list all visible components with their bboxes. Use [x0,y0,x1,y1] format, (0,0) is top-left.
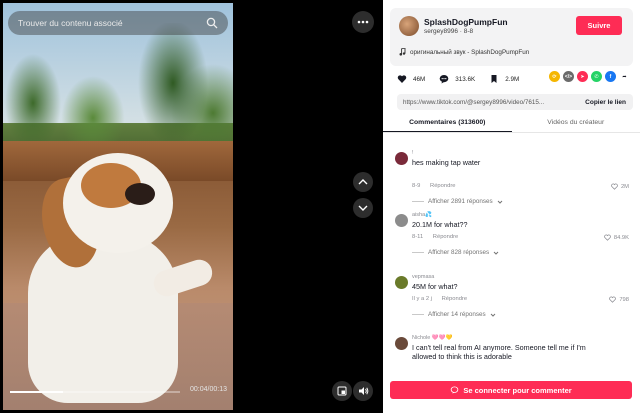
comment-icon [439,75,449,84]
view-replies-label: Afficher 2891 réponses [428,198,493,205]
progress-fill [10,391,63,393]
detail-pane: SplashDogPumpFun sergey8996 · 8-8 Suivre… [383,0,640,413]
comment-meta: 8-9 Répondre [412,183,463,189]
save-count: 2.9M [505,75,520,83]
view-replies-button[interactable]: Afficher 828 réponses [412,249,499,256]
comment-avatar[interactable] [395,337,408,350]
comment-avatar[interactable] [395,152,408,165]
save-button[interactable]: 2.9M [489,74,519,84]
comment-like-button[interactable]: 2M [611,183,629,190]
heart-outline-icon [611,183,618,190]
embed-icon[interactable]: </> [563,71,574,82]
facebook-icon[interactable]: f [605,71,616,82]
comment-date: 8-11 [412,234,424,240]
detail-tabs: Commentaires (313600) Vidéos du créateur [383,115,640,133]
comment-count: 313.6K [455,75,476,83]
replies-divider [412,252,424,253]
copy-link-button[interactable]: Copier le lien [578,99,633,106]
comment-like-button[interactable]: 84.9K [604,234,629,241]
tab-comments[interactable]: Commentaires (313600) [383,115,512,132]
follow-button[interactable]: Suivre [576,16,622,35]
login-label: Se connecter pour commenter [463,385,572,395]
previous-video-button[interactable] [353,172,373,192]
progress-bar[interactable] [10,391,180,393]
chevron-down-icon [493,251,499,255]
dog-nose [125,183,155,205]
volume-button[interactable] [353,381,373,401]
comment-like-count: 2M [620,183,629,190]
creator-avatar[interactable] [399,16,419,36]
music-note-icon [399,48,406,56]
replies-divider [412,314,424,315]
login-to-comment-button[interactable]: Se connecter pour commenter [390,381,632,399]
heart-outline-icon [609,296,617,303]
comment-like-count: 84.9K [613,234,629,241]
video-trees [3,23,233,143]
more-icon [357,20,369,24]
forward-icon[interactable]: ➦ [619,71,630,82]
stats-row: 46M 313.6K 2.9M ⟳ </> ➤ ✆ f ➦ [397,71,633,87]
creator-handle-date: sergey8996 · 8-8 [424,28,474,35]
pip-icon [337,386,347,396]
heart-outline-icon [604,234,611,241]
tab-creator-videos[interactable]: Vidéos du créateur [512,115,640,132]
comment-username[interactable]: ! [412,150,414,156]
like-count: 46M [413,75,426,83]
like-button[interactable]: 46M [397,74,425,84]
reply-button[interactable]: Répondre [442,296,467,302]
time-display: 00:04/00:13 [190,386,227,393]
view-replies-label: Afficher 828 réponses [428,249,490,256]
reply-button[interactable]: Répondre [433,234,458,240]
whatsapp-icon[interactable]: ✆ [591,71,602,82]
comment-username[interactable]: vepmasa [412,274,434,280]
bookmark-icon [491,75,497,83]
next-video-button[interactable] [353,198,373,218]
view-replies-label: Afficher 14 réponses [428,311,486,318]
replies-divider [412,201,424,202]
comment-like-count: 798 [619,296,629,303]
sound-link[interactable]: оригинальный звук - SplashDogPumpFun [399,48,529,56]
search-placeholder: Trouver du contenu associé [18,18,123,28]
creator-name[interactable]: SplashDogPumpFun [424,17,508,27]
reply-button[interactable]: Répondre [430,183,455,189]
heart-icon [397,75,407,83]
comment-username[interactable]: Nichole 🩷🩷💛 [412,335,452,341]
creator-card: SplashDogPumpFun sergey8996 · 8-8 Suivre… [390,8,633,66]
chevron-up-icon [358,179,368,185]
comment-text: 20.1M for what?? [412,220,468,229]
comment-text: 45M for what? [412,282,458,291]
video-frame[interactable] [3,3,233,410]
chevron-down-icon [358,205,368,211]
search-input[interactable]: Trouver du contenu associé [8,11,228,35]
more-options-button[interactable] [352,11,374,33]
comment-text: I can't tell real from AI anymore. Someo… [412,343,586,361]
comment-text: hes making tap water [412,158,481,167]
chevron-down-icon [490,313,495,317]
comment-like-button[interactable]: 798 [609,296,629,303]
comment-icon [451,386,459,394]
comment-date: 8-9 [412,183,421,189]
comment-avatar[interactable] [395,214,408,227]
comment-meta: Il y a 2 j Répondre [412,296,475,302]
comment-username[interactable]: aisha💦 [412,212,432,218]
video-link[interactable]: https://www.tiktok.com/@sergey8996/video… [397,99,578,106]
share-icons: ⟳ </> ➤ ✆ f ➦ [549,71,630,82]
search-icon[interactable] [206,17,218,29]
repost-icon[interactable]: ⟳ [549,71,560,82]
send-icon[interactable]: ➤ [577,71,588,82]
video-link-box: https://www.tiktok.com/@sergey8996/video… [397,94,633,110]
volume-icon [358,387,368,395]
chevron-down-icon [497,200,503,204]
comment-button[interactable]: 313.6K [439,74,475,84]
comment-meta: 8-11 Répondre [412,234,466,240]
view-replies-button[interactable]: Afficher 14 réponses [412,311,496,318]
comment-avatar[interactable] [395,276,408,289]
comment-list: ! hes making tap water 8-9 Répondre 2M A… [383,140,640,380]
picture-in-picture-button[interactable] [332,381,352,401]
comment-date: Il y a 2 j [412,296,432,302]
video-pane: Trouver du contenu associé 00:04/00:13 [0,0,383,413]
dog-body [28,233,178,403]
sound-label: оригинальный звук - SplashDogPumpFun [410,48,530,56]
view-replies-button[interactable]: Afficher 2891 réponses [412,198,503,205]
